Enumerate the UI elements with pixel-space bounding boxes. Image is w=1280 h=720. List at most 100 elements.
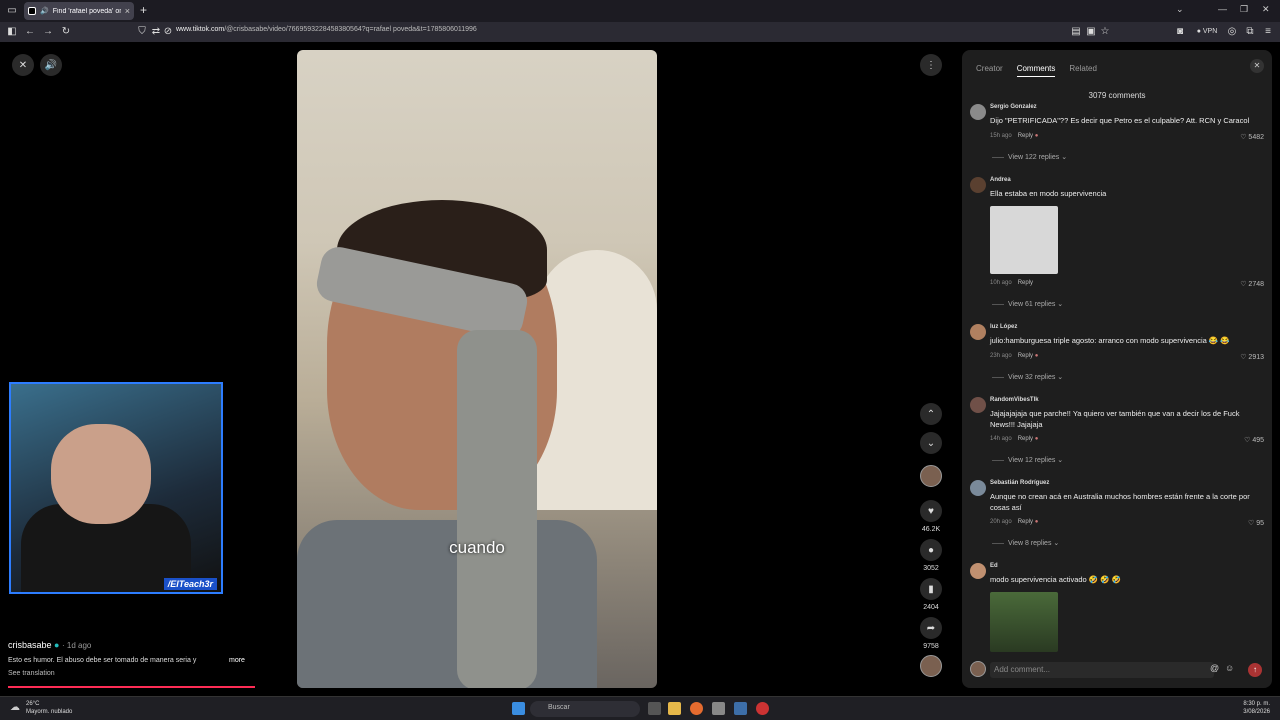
restore-icon[interactable]: ❐ xyxy=(1240,4,1248,15)
store-icon[interactable] xyxy=(712,702,725,715)
screenshot-icon[interactable]: ◙ xyxy=(1174,26,1186,38)
reply-button[interactable]: Reply xyxy=(1018,280,1033,286)
video-author[interactable]: crisbasabe ● · 1d ago xyxy=(8,640,91,650)
avatar[interactable] xyxy=(970,324,986,340)
address-bar[interactable]: www.tiktok.com/@crisbasabe/video/7669593… xyxy=(176,26,477,33)
forward-icon[interactable]: → xyxy=(42,26,54,38)
file-explorer-icon[interactable] xyxy=(668,702,681,715)
tab-related[interactable]: Related xyxy=(1069,64,1097,77)
account-icon[interactable]: ◎ xyxy=(1226,26,1238,38)
extensions-icon[interactable]: ⧉ xyxy=(1244,26,1256,38)
bookmark-star-icon[interactable]: ☆ xyxy=(1099,26,1111,38)
vpn-button[interactable]: ● VPN xyxy=(1192,26,1222,38)
reply-button[interactable]: Reply xyxy=(1018,436,1033,442)
comment-author[interactable]: Ed xyxy=(990,563,998,569)
comment-author[interactable]: Sebastián Rodríguez xyxy=(990,480,1049,486)
reply-button[interactable]: Reply xyxy=(1018,353,1033,359)
comment-image[interactable] xyxy=(990,206,1058,274)
more-link[interactable]: more xyxy=(229,657,245,664)
comments-panel: Creator Comments Related ✕ 3079 comments… xyxy=(962,50,1272,688)
weather-widget[interactable]: 26°C Mayorm. nublado xyxy=(26,700,72,716)
windows-taskbar: ☁ 26°C Mayorm. nublado Buscar 8:30 p. m.… xyxy=(0,696,1280,720)
comment-button[interactable]: ● xyxy=(920,539,942,561)
steam-icon[interactable] xyxy=(734,702,747,715)
comment-author[interactable]: Andrea xyxy=(990,177,1011,183)
close-window-icon[interactable]: ✕ xyxy=(1262,4,1270,15)
close-video-button[interactable]: ✕ xyxy=(12,54,34,76)
like-comment-button[interactable]: ♡ 5482 xyxy=(1240,133,1264,141)
minimize-icon[interactable]: — xyxy=(1218,4,1227,14)
like-button[interactable]: ♥ xyxy=(920,500,942,522)
mention-icon[interactable]: @ xyxy=(1210,663,1219,673)
taskbar-search[interactable]: Buscar xyxy=(530,701,640,717)
comment-author[interactable]: Sergio Gonzalez xyxy=(990,104,1037,110)
video-progress-bar[interactable] xyxy=(8,686,255,688)
like-comment-button[interactable]: ♡ 2748 xyxy=(1240,280,1264,288)
comment-likes: 2748 xyxy=(1248,281,1264,288)
sidebar-toggle-icon[interactable]: ▭ xyxy=(6,5,18,17)
view-replies-button[interactable]: View 61 replies ⌄ xyxy=(992,300,1063,308)
share-button[interactable]: ➦ xyxy=(920,617,942,639)
tab-creator[interactable]: Creator xyxy=(976,64,1003,77)
like-comment-button[interactable]: ♡ 495 xyxy=(1244,436,1264,444)
firefox-icon[interactable] xyxy=(690,702,703,715)
shield-icon[interactable]: ⛉ xyxy=(136,26,148,38)
avatar[interactable] xyxy=(970,480,986,496)
browser-tab[interactable]: 🔊 Find 'rafael poveda' on TikTok × xyxy=(24,2,134,20)
windows-start-icon[interactable] xyxy=(512,702,525,715)
view-replies-button[interactable]: View 8 replies ⌄ xyxy=(992,539,1059,547)
comment-count: 3052 xyxy=(923,565,939,572)
tab-comments[interactable]: Comments xyxy=(1016,64,1056,77)
comment-time: 14h ago xyxy=(990,436,1012,442)
reader-icon[interactable]: ▤ xyxy=(1070,26,1082,38)
avatar[interactable] xyxy=(970,177,986,193)
view-replies-button[interactable]: View 12 replies ⌄ xyxy=(992,456,1063,464)
next-video-button[interactable]: ⌄ xyxy=(920,432,942,454)
comment-image[interactable] xyxy=(990,592,1058,652)
save-button[interactable]: ▮ xyxy=(920,578,942,600)
view-replies-button[interactable]: View 32 replies ⌄ xyxy=(992,373,1063,381)
webcam-tag: /ElTeach3r xyxy=(163,578,217,590)
volume-button[interactable]: 🔊 xyxy=(40,54,62,76)
avatar[interactable] xyxy=(970,104,986,120)
emoji-icon[interactable]: ☺ xyxy=(1225,663,1234,673)
close-panel-button[interactable]: ✕ xyxy=(1250,59,1264,73)
weather-icon[interactable]: ☁ xyxy=(10,702,20,713)
reload-icon[interactable]: ↻ xyxy=(60,26,72,38)
reply-button[interactable]: Reply xyxy=(1018,519,1033,525)
vpn-label: VPN xyxy=(1202,28,1218,35)
view-replies-button[interactable]: View 122 replies ⌄ xyxy=(992,153,1067,161)
taskbar-clock[interactable]: 8:30 p. m. 3/08/2026 xyxy=(1243,700,1270,716)
comment-author[interactable]: luz López xyxy=(990,324,1017,330)
previous-video-button[interactable]: ⌃ xyxy=(920,403,942,425)
comment-author[interactable]: RandomVibesTlk xyxy=(990,397,1039,403)
like-comment-button[interactable]: ♡ 2913 xyxy=(1240,353,1264,361)
author-name[interactable]: crisbasabe xyxy=(8,640,52,650)
save-count: 2404 xyxy=(923,604,939,611)
task-view-icon[interactable] xyxy=(648,702,661,715)
back-icon[interactable]: ← xyxy=(24,26,36,38)
chevron-down-icon[interactable]: ⌄ xyxy=(1176,4,1184,15)
like-comment-button[interactable]: ♡ 95 xyxy=(1248,519,1264,527)
tracking-icon[interactable]: ⊘ xyxy=(162,26,174,38)
video-player[interactable]: cuando xyxy=(297,50,657,688)
more-options-button[interactable]: ⋮ xyxy=(920,54,942,76)
reply-button[interactable]: Reply xyxy=(1018,133,1033,139)
obs-icon[interactable] xyxy=(756,702,769,715)
permissions-icon[interactable]: ⇄ xyxy=(150,26,162,38)
avatar[interactable] xyxy=(970,563,986,579)
creator-avatar[interactable] xyxy=(920,465,942,487)
comment-time: 10h ago xyxy=(990,280,1012,286)
music-disc-avatar[interactable] xyxy=(920,655,942,677)
pip-icon[interactable]: ▣ xyxy=(1085,26,1097,38)
add-comment-input[interactable]: Add comment... xyxy=(990,662,1214,678)
send-comment-button[interactable]: ↑ xyxy=(1248,663,1262,677)
sidebar-icon[interactable]: ◧ xyxy=(6,26,18,38)
new-tab-icon[interactable]: + xyxy=(140,3,147,17)
see-translation-link[interactable]: See translation xyxy=(8,670,55,677)
menu-icon[interactable]: ≡ xyxy=(1262,26,1274,38)
avatar[interactable] xyxy=(970,397,986,413)
speaker-icon[interactable]: 🔊 xyxy=(40,7,49,15)
close-tab-icon[interactable]: × xyxy=(125,6,130,16)
comment-total: 3079 comments xyxy=(1088,91,1146,100)
